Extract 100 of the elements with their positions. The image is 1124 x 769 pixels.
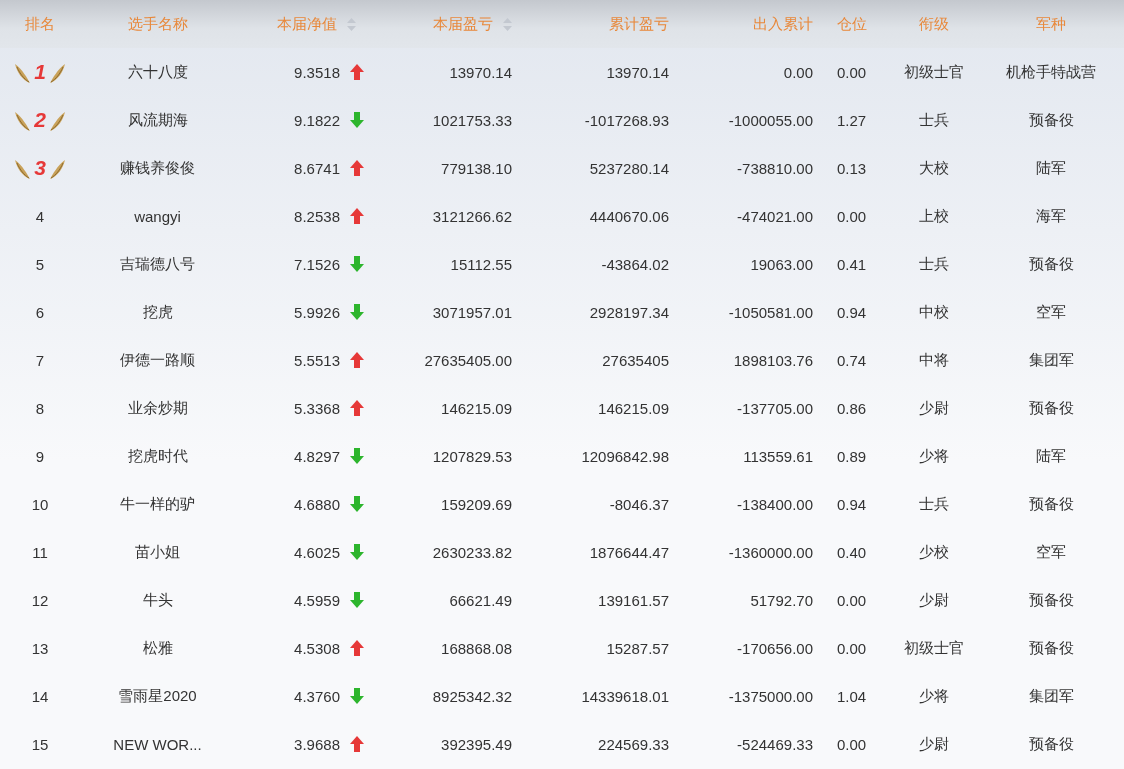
table-cell: 5.3368 — [294, 399, 340, 417]
rank-number: 3 — [34, 156, 46, 180]
player-name: wangyi — [134, 207, 181, 225]
table-cell: 5237280.14 — [589, 159, 669, 177]
table-cell: 8925342.32 — [432, 687, 512, 705]
table-cell: 9.1822 — [294, 111, 340, 129]
rank-number: 2 — [34, 108, 46, 132]
table-cell: 146215.09 — [598, 399, 669, 417]
rank-number: 4 — [35, 207, 45, 225]
rank-number: 10 — [31, 495, 49, 513]
table-cell: 392395.49 — [441, 735, 512, 753]
rank-number: 1 — [34, 60, 46, 84]
rank-number: 15 — [31, 735, 49, 753]
table-cell: 初级士官 — [904, 638, 964, 658]
table-cell: 5.9926 — [294, 303, 340, 321]
table-cell: 少尉 — [919, 734, 949, 754]
table-cell: 113559.61 — [743, 447, 813, 465]
table-cell: 15112.55 — [450, 255, 512, 273]
table-cell: 15287.57 — [606, 639, 669, 657]
table-cell: 14339618.01 — [581, 687, 669, 705]
table-cell: -1000055.00 — [728, 111, 813, 129]
table-cell: 陆军 — [1036, 158, 1066, 178]
sort-icon[interactable] — [503, 17, 512, 31]
table-cell: 1876644.47 — [589, 543, 669, 561]
table-cell: -8046.37 — [609, 495, 669, 513]
table-cell: 0.40 — [836, 543, 867, 561]
table-cell: 预备役 — [1028, 110, 1074, 130]
table-cell: 少校 — [919, 542, 949, 562]
table-cell: 初级士官 — [904, 62, 964, 82]
table-cell: -1017268.93 — [584, 111, 669, 129]
player-name: 风流期海 — [127, 110, 188, 130]
table-cell: 士兵 — [919, 254, 949, 274]
table-cell: 海军 — [1036, 206, 1066, 226]
table-cell: 1021753.33 — [432, 111, 512, 129]
column-header: 本届盈亏 — [433, 14, 493, 34]
player-name: 挖虎 — [142, 302, 173, 322]
table-cell: 4.5308 — [294, 639, 340, 657]
table-cell: 4.5959 — [294, 591, 340, 609]
rank-number: 7 — [35, 351, 45, 369]
column-header: 累计盈亏 — [609, 14, 669, 34]
table-cell: 8.6741 — [294, 159, 340, 177]
player-name: NEW WOR... — [113, 735, 202, 753]
table-cell: 224569.33 — [598, 735, 669, 753]
table-cell: 士兵 — [919, 494, 949, 514]
table-cell: 空军 — [1036, 302, 1066, 322]
table-cell: 中校 — [919, 302, 949, 322]
column-header: 仓位 — [836, 14, 867, 34]
table-cell: 预备役 — [1028, 734, 1074, 754]
table-cell: 陆军 — [1036, 446, 1066, 466]
table-cell: 预备役 — [1028, 590, 1074, 610]
sort-icon[interactable] — [347, 17, 356, 31]
table-cell: 1207829.53 — [432, 447, 512, 465]
table-cell: 空军 — [1036, 542, 1066, 562]
table-cell: 集团军 — [1028, 686, 1074, 706]
player-name: 苗小姐 — [135, 542, 180, 562]
table-cell: 12096842.98 — [581, 447, 669, 465]
table-cell: 4.6025 — [294, 543, 340, 561]
table-cell: 51792.70 — [750, 591, 813, 609]
column-header: 出入累计 — [753, 14, 813, 34]
table-cell: 0.13 — [836, 159, 867, 177]
table-cell: 27635405 — [602, 351, 669, 369]
table-cell: 27635405.00 — [424, 351, 512, 369]
table-cell: 779138.10 — [441, 159, 512, 177]
table-cell: 机枪手特战营 — [1006, 62, 1096, 82]
player-name: 业余炒期 — [127, 398, 188, 418]
table-cell: 5.5513 — [294, 351, 340, 369]
rank-number: 12 — [31, 591, 49, 609]
rank-number: 14 — [31, 687, 49, 705]
table-cell: 66621.49 — [449, 591, 512, 609]
player-name: 松雅 — [142, 638, 173, 658]
table-cell: 预备役 — [1028, 254, 1074, 274]
column-header: 军种 — [1036, 14, 1066, 34]
table-cell: 9.3518 — [294, 63, 340, 81]
table-cell: -1360000.00 — [728, 543, 813, 561]
table-cell: 少尉 — [919, 590, 949, 610]
rank-number: 8 — [35, 399, 45, 417]
table-cell: 预备役 — [1028, 638, 1074, 658]
player-name: 赚钱养俊俊 — [120, 158, 195, 178]
player-name: 牛头 — [142, 590, 173, 610]
table-cell: 中将 — [919, 350, 949, 370]
table-cell: 上校 — [919, 206, 949, 226]
table-cell: 4.6880 — [294, 495, 340, 513]
table-cell: 1.27 — [836, 111, 867, 129]
table-cell: -524469.33 — [737, 735, 813, 753]
table-cell: 集团军 — [1028, 350, 1074, 370]
rank-number: 13 — [31, 639, 49, 657]
table-cell: 2928197.34 — [589, 303, 669, 321]
table-cell: 预备役 — [1028, 494, 1074, 514]
table-cell: 4.8297 — [294, 447, 340, 465]
table-cell: 3121266.62 — [432, 207, 512, 225]
column-header: 选手名称 — [127, 14, 188, 34]
table-cell: 4440670.06 — [589, 207, 669, 225]
table-cell: -43864.02 — [601, 255, 669, 273]
table-cell: 159209.69 — [441, 495, 512, 513]
table-cell: 13970.14 — [606, 63, 669, 81]
table-cell: 大校 — [919, 158, 949, 178]
table-cell: -1375000.00 — [728, 687, 813, 705]
table-cell: 士兵 — [919, 110, 949, 130]
column-header: 本届净值 — [277, 14, 337, 34]
table-cell: 0.00 — [836, 735, 867, 753]
